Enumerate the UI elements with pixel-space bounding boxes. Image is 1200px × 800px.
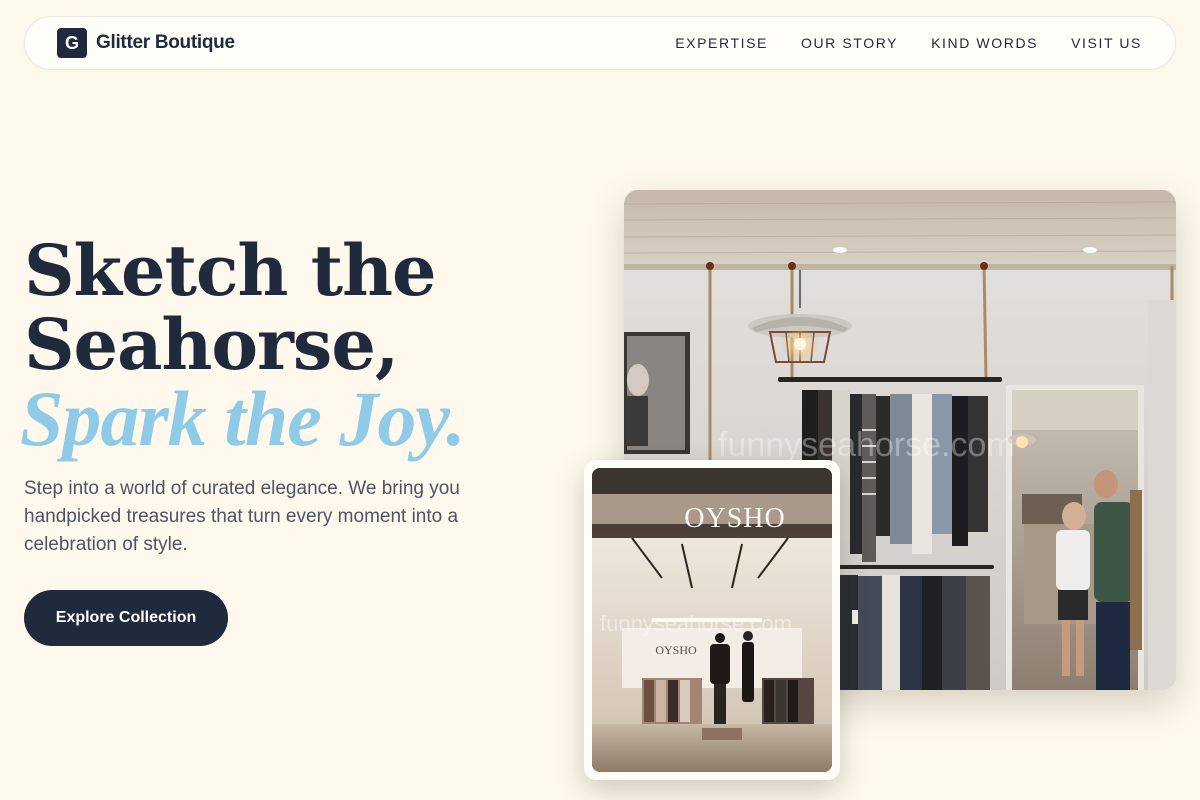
nav-link-expertise[interactable]: EXPERTISE	[675, 35, 768, 51]
nav-link-our-story[interactable]: OUR STORY	[801, 35, 898, 51]
nav-link-visit-us[interactable]: VISIT US	[1071, 35, 1142, 51]
nav-links: EXPERTISE OUR STORY KIND WORDS VISIT US	[675, 35, 1142, 51]
hero-title: Sketch the Seahorse, Spark the Joy.	[20, 229, 466, 458]
inset-photo-card: OYSHO OYSHO funnyseahorse.com	[584, 460, 840, 780]
nav-link-kind-words[interactable]: KIND WORDS	[931, 35, 1038, 51]
brand-name: Glitter Boutique	[96, 32, 235, 53]
storefront-photo: OYSHO OYSHO funnyseahorse.com	[592, 468, 832, 772]
main-photo-watermark: funnyseahorse.com	[718, 426, 1015, 464]
oysho-small-sign: OYSHO	[655, 643, 697, 657]
hero-description: Step into a world of curated elegance. W…	[24, 478, 460, 555]
storefront-illustration: OYSHO OYSHO funnyseahorse.com	[592, 468, 832, 772]
inset-photo-watermark: funnyseahorse.com	[600, 611, 792, 636]
brand[interactable]: G Glitter Boutique	[57, 28, 235, 58]
hero-title-accent: Spark the Joy.	[20, 375, 466, 462]
hero-title-line-2: Seahorse,	[24, 303, 399, 386]
navbar: G Glitter Boutique EXPERTISE OUR STORY K…	[24, 16, 1176, 70]
explore-collection-button[interactable]: Explore Collection	[24, 590, 228, 646]
oysho-sign: OYSHO	[684, 503, 785, 534]
brand-logo: G	[57, 28, 87, 58]
hero-title-line-1: Sketch the	[24, 229, 437, 312]
